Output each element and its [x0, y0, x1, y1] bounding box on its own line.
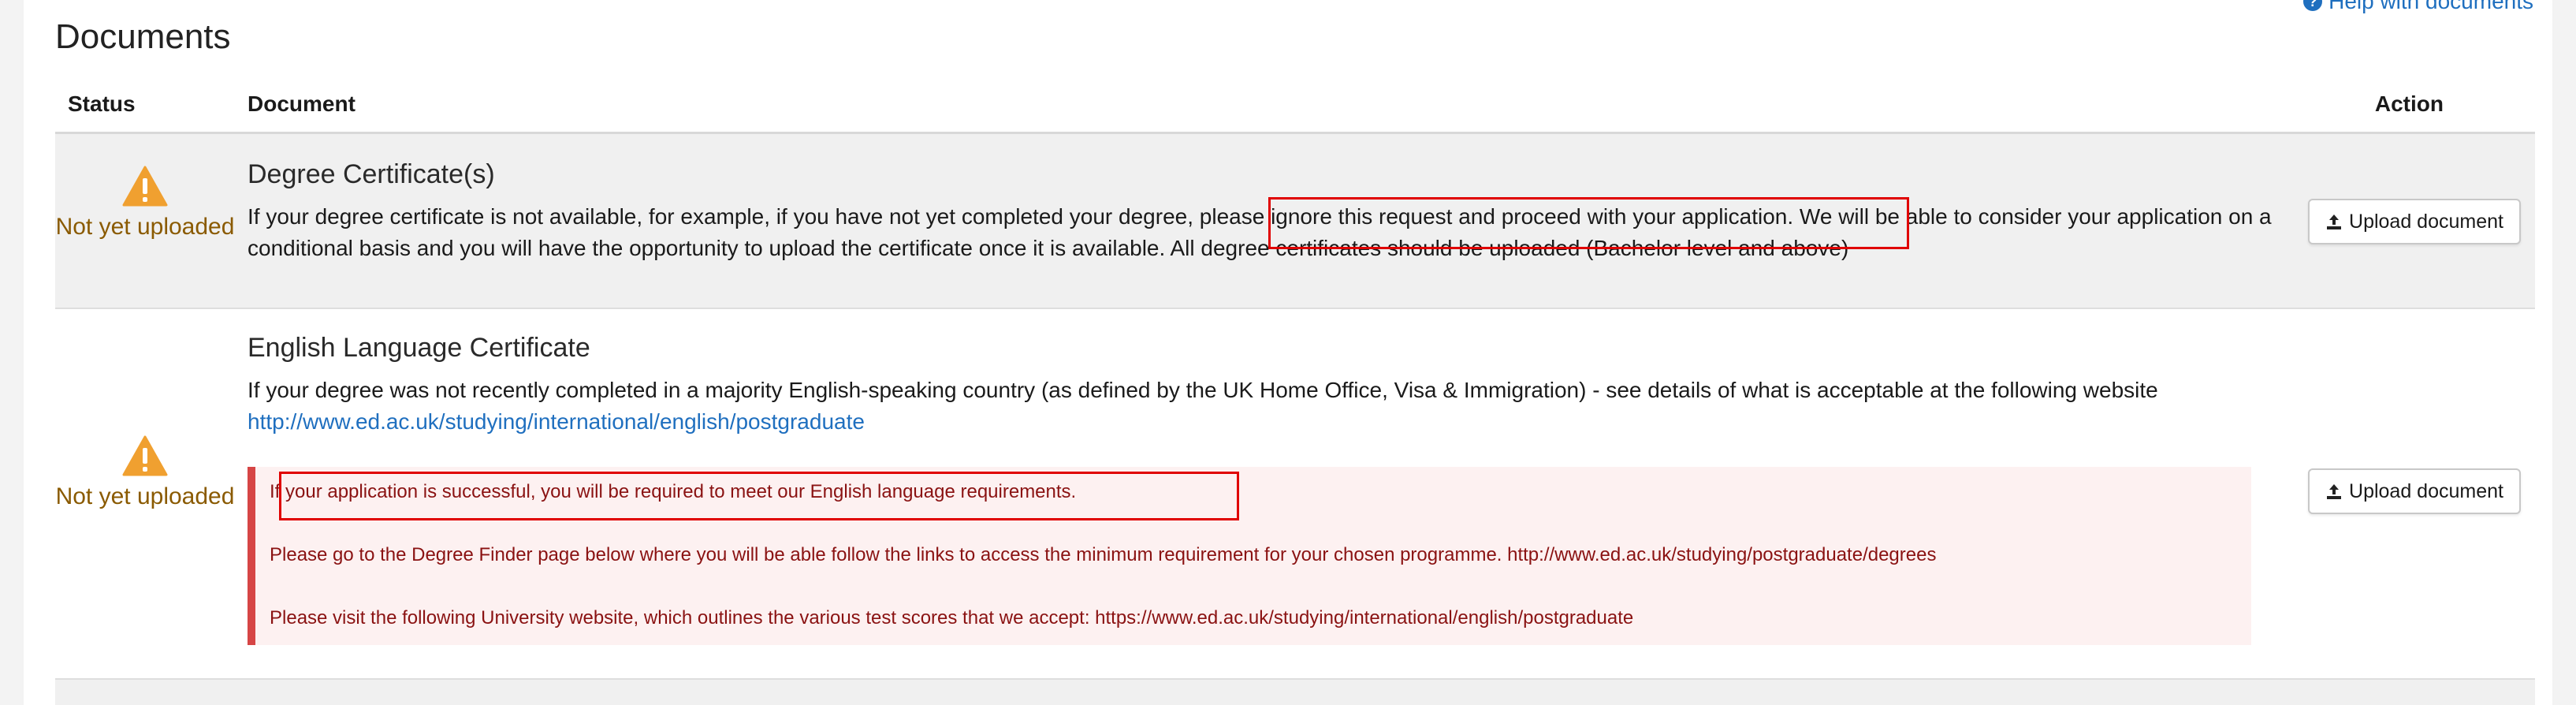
documents-panel: Documents ? Help with documents Status D… [24, 0, 2552, 705]
help-with-documents-link[interactable]: ? Help with documents [2303, 0, 2533, 14]
column-header-status: Status [68, 91, 136, 116]
column-header-document: Document [248, 91, 356, 116]
warning-icon [122, 166, 168, 207]
table-row [55, 680, 2535, 705]
status-text: Not yet uploaded [55, 483, 235, 509]
alert-line: Please go to the Degree Finder page belo… [270, 544, 1937, 565]
table-row-english-language-certificate: Not yet uploaded English Language Certif… [55, 309, 2535, 680]
document-title: English Language Certificate [248, 333, 590, 363]
document-cell: English Language Certificate If your deg… [248, 333, 2297, 438]
english-requirements-link[interactable]: http://www.ed.ac.uk/studying/internation… [248, 406, 2297, 438]
column-header-action: Action [2374, 91, 2444, 116]
table-header: Status Document Action [55, 85, 2535, 134]
table-row-degree-certificate: Not yet uploaded Degree Certificate(s) I… [55, 134, 2535, 309]
upload-button-label: Upload document [2349, 210, 2503, 233]
alert-line: Please visit the following University we… [270, 607, 1634, 629]
upload-button-label: Upload document [2349, 479, 2503, 502]
document-cell: Degree Certificate(s) If your degree cer… [248, 159, 2297, 264]
upload-icon [2327, 484, 2342, 499]
document-title: Degree Certificate(s) [248, 159, 495, 189]
section-header: Documents ? Help with documents [55, 0, 2533, 95]
document-description: If your degree was not recently complete… [248, 378, 2158, 402]
status-cell: Not yet uploaded [55, 166, 235, 243]
status-cell: Not yet uploaded [55, 435, 235, 513]
upload-document-button[interactable]: Upload document [2308, 199, 2521, 244]
help-link-label: Help with documents [2328, 0, 2533, 13]
page-title: Documents [55, 17, 231, 56]
upload-document-button[interactable]: Upload document [2308, 468, 2521, 514]
question-circle-icon: ? [2303, 0, 2323, 11]
status-text: Not yet uploaded [55, 214, 235, 240]
upload-icon [2327, 214, 2342, 229]
english-requirements-alert: If your application is successful, you w… [248, 467, 2251, 645]
alert-line: If your application is successful, you w… [270, 481, 1077, 502]
warning-icon [122, 435, 168, 476]
document-description: If your degree certificate is not availa… [248, 204, 2272, 260]
